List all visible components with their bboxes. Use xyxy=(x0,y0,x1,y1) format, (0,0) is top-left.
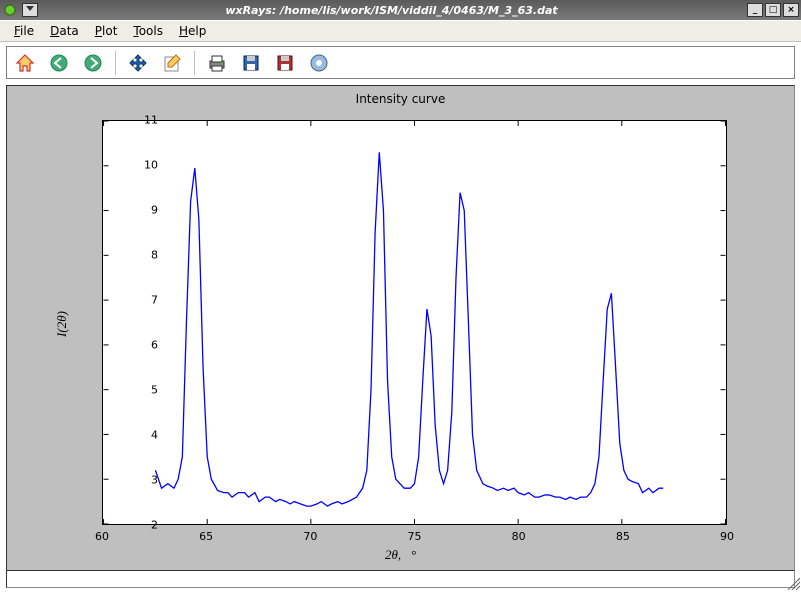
y-tick-label: 9 xyxy=(98,204,158,217)
x-axis-label: 2θ, ° xyxy=(7,547,794,563)
app-icon xyxy=(2,2,18,18)
y-axis-label: I(2θ) xyxy=(54,311,70,337)
save-as-button[interactable] xyxy=(271,50,299,76)
y-tick-label: 5 xyxy=(98,384,158,397)
x-tick-label: 75 xyxy=(408,530,422,543)
y-tick-label: 8 xyxy=(98,249,158,262)
maximize-button[interactable]: □ xyxy=(765,3,781,17)
y-tick-label: 3 xyxy=(98,474,158,487)
menu-plot[interactable]: Plot xyxy=(87,22,126,40)
back-button[interactable] xyxy=(45,50,73,76)
toolbar xyxy=(6,46,795,79)
print-button[interactable] xyxy=(203,50,231,76)
configure-button[interactable] xyxy=(305,50,333,76)
toolbar-separator xyxy=(194,51,195,75)
menu-help[interactable]: Help xyxy=(171,22,214,40)
x-tick-label: 90 xyxy=(720,530,734,543)
window-titlebar: wxRays: /home/lis/work/ISM/viddil_4/0463… xyxy=(0,0,801,20)
menu-data[interactable]: Data xyxy=(42,22,87,40)
menu-file[interactable]: File xyxy=(6,22,42,40)
x-tick-label: 65 xyxy=(199,530,213,543)
y-tick-label: 7 xyxy=(98,294,158,307)
plot-frame xyxy=(102,120,727,525)
y-tick-label: 10 xyxy=(98,159,158,172)
menu-tools[interactable]: Tools xyxy=(125,22,171,40)
window-title: wxRays: /home/lis/work/ISM/viddil_4/0463… xyxy=(38,4,745,17)
x-tick-label: 70 xyxy=(303,530,317,543)
home-button[interactable] xyxy=(11,50,39,76)
chart-title: Intensity curve xyxy=(7,92,794,106)
y-tick-label: 6 xyxy=(98,339,158,352)
x-tick-label: 80 xyxy=(512,530,526,543)
resize-grip[interactable] xyxy=(786,576,800,590)
x-tick-label: 60 xyxy=(95,530,109,543)
window-menu-icon[interactable] xyxy=(22,3,38,17)
close-button[interactable]: × xyxy=(783,3,799,17)
chart-svg xyxy=(103,121,726,524)
minimize-button[interactable]: _ xyxy=(747,3,763,17)
toolbar-separator xyxy=(115,51,116,75)
menubar: File Data Plot Tools Help xyxy=(0,20,801,42)
y-tick-label: 4 xyxy=(98,429,158,442)
x-tick-label: 85 xyxy=(616,530,630,543)
status-bar xyxy=(6,570,795,588)
pan-button[interactable] xyxy=(124,50,152,76)
plot-canvas[interactable]: Intensity curve I(2θ) 2θ, ° 234567891011… xyxy=(6,85,795,575)
y-tick-label: 11 xyxy=(98,114,158,127)
edit-button[interactable] xyxy=(158,50,186,76)
forward-button[interactable] xyxy=(79,50,107,76)
save-button[interactable] xyxy=(237,50,265,76)
